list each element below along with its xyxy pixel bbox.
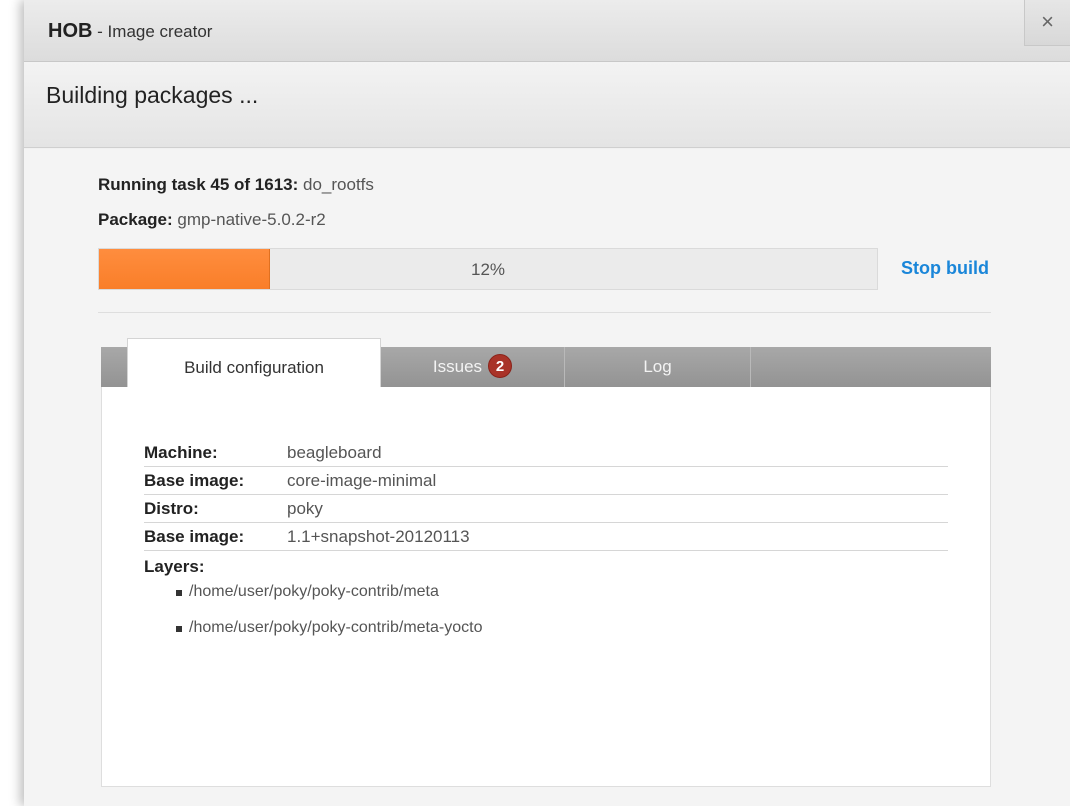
config-value: 1.1+snapshot-20120113: [287, 527, 470, 546]
build-progress-bar: 12%: [98, 248, 878, 290]
close-icon[interactable]: ×: [1024, 0, 1070, 46]
config-key: Base image:: [144, 527, 245, 546]
task-status: Running task 45 of 1613: do_rootfs: [98, 175, 374, 195]
tab-bar: Build configuration Issues 2 Log: [101, 338, 991, 387]
list-item: /home/user/poky/poky-contrib/meta-yocto: [144, 613, 948, 649]
tab-bar-filler: [751, 347, 991, 387]
bullet-icon: [176, 590, 182, 596]
task-value: do_rootfs: [298, 175, 374, 194]
tab-build-configuration[interactable]: Build configuration: [127, 338, 381, 387]
bullet-icon: [176, 626, 182, 632]
layers-label: Layers:: [144, 557, 205, 576]
main-content: Running task 45 of 1613: do_rootfs Packa…: [24, 149, 1070, 806]
tab-label: Build configuration: [184, 358, 324, 377]
config-key: Base image:: [144, 471, 245, 490]
page-title: Building packages ...: [46, 82, 259, 108]
page-header: Building packages ...: [24, 62, 1070, 148]
config-table: Machine: beagleboard Base image: core-im…: [144, 439, 948, 649]
divider: [98, 312, 991, 313]
package-value: gmp-native-5.0.2-r2: [172, 210, 326, 229]
tab-log[interactable]: Log: [565, 347, 751, 387]
config-value: core-image-minimal: [287, 471, 437, 490]
task-label: Running task 45 of 1613:: [98, 175, 299, 194]
config-row-base-image: Base image: core-image-minimal: [144, 467, 948, 495]
config-key: Machine:: [144, 443, 218, 462]
config-row-distro: Distro: poky: [144, 495, 948, 523]
app-window: HOB - Image creator × Building packages …: [24, 0, 1070, 806]
title-bar: HOB - Image creator ×: [24, 0, 1070, 62]
tab-label: Log: [643, 357, 672, 376]
issues-count-badge: 2: [488, 354, 513, 378]
tab-label: Issues: [432, 357, 483, 376]
tab-issues[interactable]: Issues 2: [381, 347, 565, 387]
progress-percent: 12%: [470, 260, 506, 279]
app-name: HOB: [48, 20, 93, 42]
config-row-base-image-version: Base image: 1.1+snapshot-20120113: [144, 523, 948, 551]
list-item: /home/user/poky/poky-contrib/meta: [144, 577, 948, 613]
layer-path: /home/user/poky/poky-contrib/meta: [189, 583, 439, 600]
config-value: poky: [287, 499, 323, 518]
package-status: Package: gmp-native-5.0.2-r2: [98, 210, 326, 230]
build-configuration-panel: Machine: beagleboard Base image: core-im…: [101, 387, 991, 787]
app-title: HOB - Image creator: [48, 20, 212, 43]
config-row-machine: Machine: beagleboard: [144, 439, 948, 467]
layer-path: /home/user/poky/poky-contrib/meta-yocto: [189, 619, 483, 636]
package-label: Package:: [98, 210, 173, 229]
config-value: beagleboard: [287, 443, 382, 462]
app-subtitle: - Image creator: [92, 22, 213, 41]
stop-build-button[interactable]: Stop build: [901, 258, 989, 279]
config-key: Distro:: [144, 499, 199, 518]
